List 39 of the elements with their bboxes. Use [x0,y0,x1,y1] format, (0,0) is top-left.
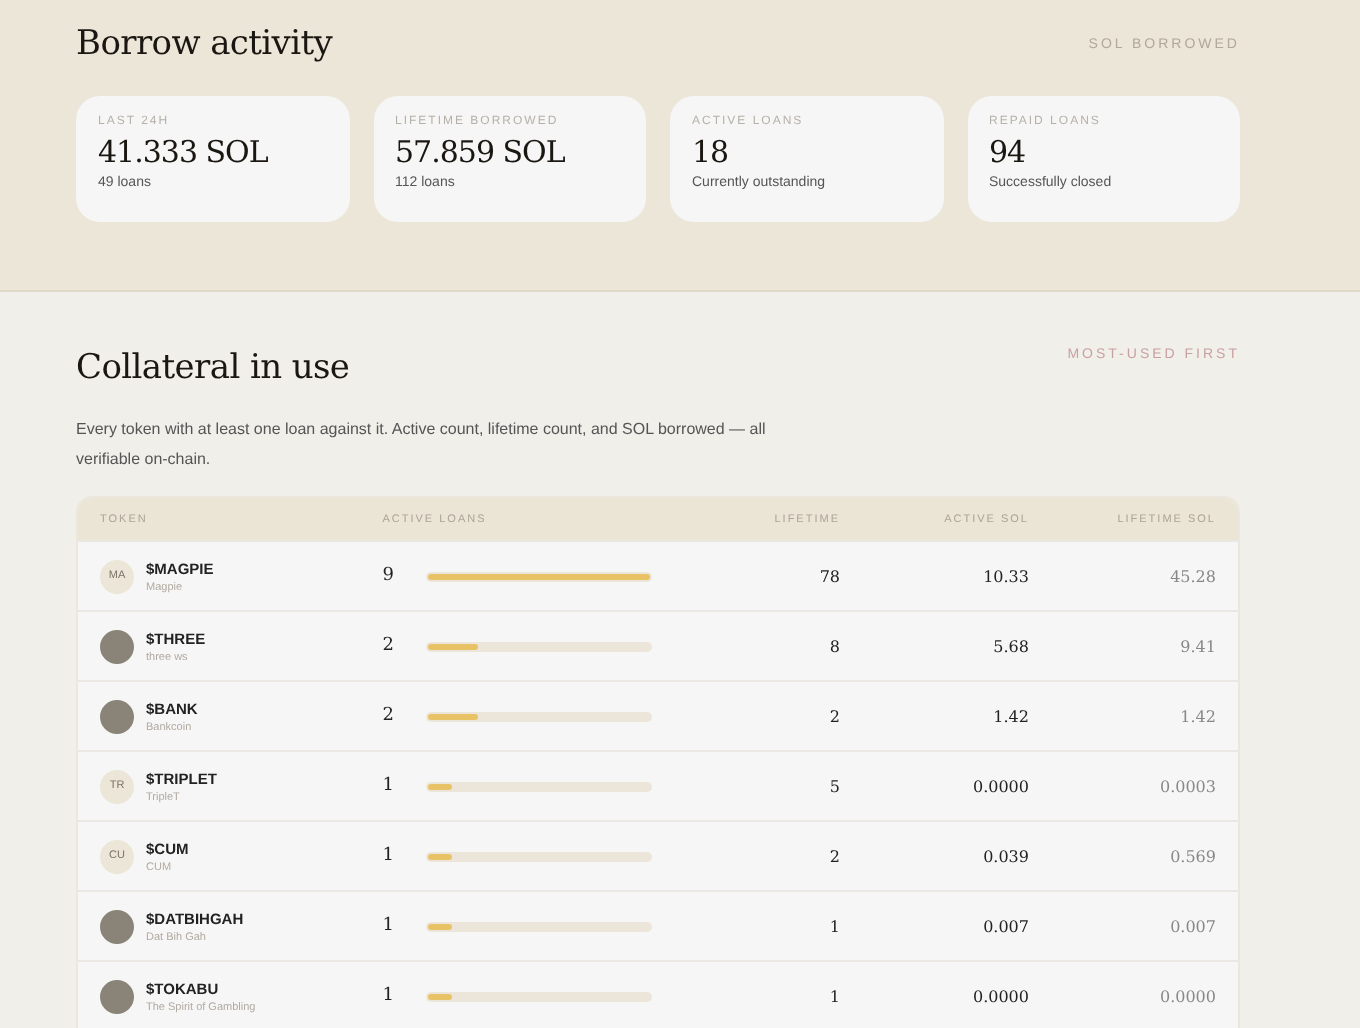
active-count: 9 [382,566,396,586]
stat-value: 94 [989,134,1028,170]
table-cell-text: 1 [827,987,840,1005]
table-cell-text: 8 [827,637,840,655]
table-cell-text: 0.007 [1168,917,1216,935]
table-cell-text: 0.0000 [970,987,1029,1005]
token-image [100,699,134,733]
section-title: Collateral in use [76,348,350,388]
table-cell-text: 0.569 [1168,847,1216,865]
stat-value: 41.333 SOL [98,134,270,170]
token-image [100,909,134,943]
active-count: 1 [382,986,396,1006]
table-cell-text: 10.33 [981,567,1029,585]
table-cell-text: 78 [817,567,840,585]
table-cell-text: 0.039 [981,847,1029,865]
table-cell-text: 1.42 [1178,707,1216,725]
table-cell-text: 0.0000 [1157,987,1216,1005]
active-count: 1 [382,846,396,866]
table-cell-text: 1 [827,917,840,935]
table-cell-text: 2 [827,847,840,865]
stat-value: 18 [692,134,731,170]
table-cell-text: 45.28 [1168,567,1216,585]
token-image [100,629,134,663]
table-cell-text: 9.41 [1178,637,1216,655]
table-cell-text: 5 [827,777,840,795]
active-count: 1 [382,776,396,796]
table-cell-text: 0.007 [981,917,1029,935]
table-cell-text: 2 [827,707,840,725]
table-cell-text: 0.0003 [1157,777,1216,795]
active-count: 1 [382,916,396,936]
active-count: 2 [382,706,396,726]
stat-value: 57.859 SOL [395,134,567,170]
table-cell-text: 5.68 [991,637,1029,655]
table-cell-text: 0.0000 [970,777,1029,795]
active-count: 2 [382,636,396,656]
section-description: Every token with at least one loan against it. Active count, lifetime count, and SOL borrowed — all verifiable on-chain. [76,418,768,472]
token-image [100,979,134,1013]
section-title: Borrow activity [76,24,333,64]
table-cell-text: 1.42 [991,707,1029,725]
